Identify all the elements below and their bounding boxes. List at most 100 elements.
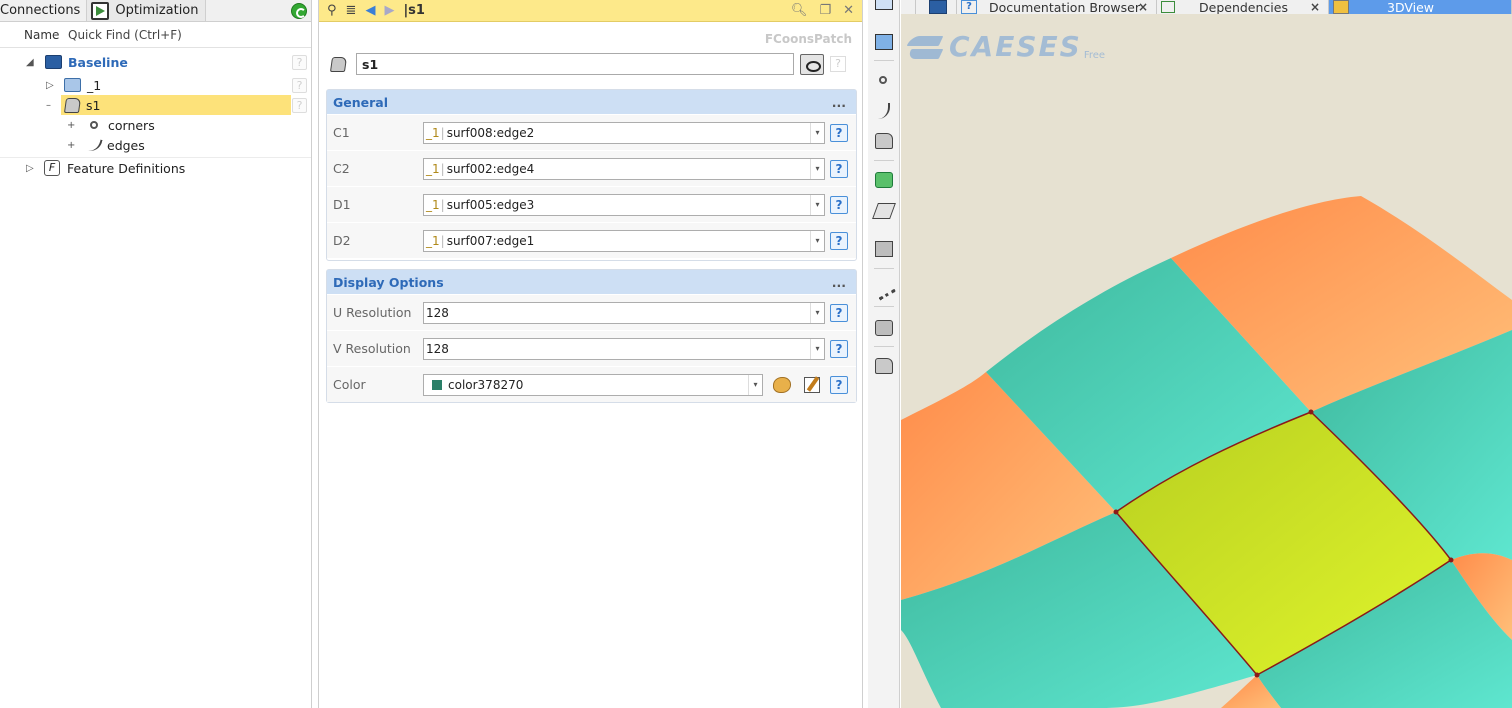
dropdown-arrow-icon[interactable]: ▾	[810, 158, 824, 179]
property-row-u-resolution: U Resolution 128 ▾ ?	[327, 294, 856, 330]
help-icon[interactable]: ?	[292, 77, 307, 93]
refresh-icon[interactable]	[291, 3, 307, 19]
property-label: C1	[333, 125, 350, 140]
expand-icon[interactable]: +	[67, 120, 75, 131]
help-icon[interactable]: ?	[830, 375, 848, 394]
view-mode-button[interactable]	[916, 0, 957, 14]
expand-icon[interactable]: +	[67, 140, 75, 151]
combo-prefix: _1	[426, 233, 440, 248]
help-icon[interactable]: ?	[830, 339, 848, 358]
3d-view[interactable]: ▼ ? Documentation Browser × Dependencies…	[901, 0, 1512, 708]
tab-connections-label: Connections	[0, 3, 81, 18]
help-icon[interactable]: ?	[830, 56, 846, 72]
properties-panel: ⚲ ≣ ◀ ▶ |s1 🔍︎ ❐ ✕ FCoonsPatch s1 ? Gene…	[318, 0, 863, 708]
tab-3dview[interactable]: 3DView	[1329, 0, 1512, 14]
tab-dependencies[interactable]: Dependencies ×	[1157, 0, 1329, 14]
close-tab-icon[interactable]: ×	[1310, 0, 1320, 14]
u-resolution-combo[interactable]: 128 ▾	[423, 301, 825, 324]
help-icon[interactable]: ?	[830, 159, 848, 178]
edge-combo-c2[interactable]: _1 | surf002:edge4 ▾	[423, 157, 825, 180]
curve-tool-icon[interactable]	[878, 103, 890, 119]
close-tab-icon[interactable]: ×	[1138, 0, 1148, 14]
palette-icon[interactable]	[773, 376, 791, 393]
collapse-icon[interactable]: –	[46, 100, 51, 111]
expand-icon[interactable]: ▷	[26, 163, 34, 174]
3d-scene[interactable]	[901, 0, 1512, 708]
forward-arrow-icon[interactable]: ▶	[384, 3, 394, 18]
back-arrow-icon[interactable]: ◀	[365, 3, 375, 18]
layout-menu[interactable]: ▼	[901, 0, 916, 14]
property-row-d2: D2 _1 | surf007:edge1 ▾ ?	[327, 222, 856, 258]
help-icon[interactable]: ?	[292, 97, 307, 113]
creation-toolbar	[868, 0, 900, 708]
tree-item-s1[interactable]: – s1 ?	[0, 95, 311, 115]
view-mode-icon	[929, 0, 947, 14]
close-icon[interactable]: ✕	[843, 3, 854, 18]
object-type-label: FCoonsPatch	[764, 32, 852, 46]
edge-combo-d2[interactable]: _1 | surf007:edge1 ▾	[423, 229, 825, 252]
corner-point[interactable]	[1308, 409, 1314, 415]
help-icon[interactable]: ?	[292, 54, 307, 70]
property-row-c2: C2 _1 | surf002:edge4 ▾ ?	[327, 150, 856, 186]
tree-item-baseline[interactable]: ◢ Baseline ?	[0, 52, 311, 72]
dropdown-arrow-icon[interactable]: ▾	[810, 302, 824, 323]
tree-item-label: corners	[108, 117, 155, 133]
group-more-button[interactable]: ...	[832, 95, 856, 110]
edge-combo-d1[interactable]: _1 | surf005:edge3 ▾	[423, 193, 825, 216]
3dview-icon	[1333, 0, 1349, 14]
tree-item-corners[interactable]: + corners	[0, 115, 311, 135]
color-combo[interactable]: color378270 ▾	[423, 373, 763, 396]
search-icon[interactable]: 🔍︎	[791, 3, 808, 18]
v-resolution-combo[interactable]: 128 ▾	[423, 337, 825, 360]
tab-documentation-browser[interactable]: ? Documentation Browser ×	[957, 0, 1157, 14]
dropdown-arrow-icon[interactable]: ▾	[810, 122, 824, 143]
dropdown-arrow-icon[interactable]: ▾	[748, 374, 762, 395]
collapse-icon[interactable]: ◢	[26, 57, 34, 68]
edit-color-icon[interactable]	[804, 376, 820, 393]
corner-point[interactable]	[1448, 557, 1454, 563]
edge-combo-c1[interactable]: _1 | surf008:edge2 ▾	[423, 121, 825, 144]
visibility-toggle-button[interactable]	[800, 53, 824, 75]
tab-label: Dependencies	[1199, 0, 1288, 14]
corner-point[interactable]	[1254, 672, 1260, 678]
object-name-input[interactable]: s1	[356, 53, 794, 75]
transform-tool-icon[interactable]	[875, 241, 893, 257]
corner-point[interactable]	[1113, 509, 1119, 515]
tab-optimization[interactable]: Optimization	[87, 0, 206, 21]
logo-edition: Free	[1083, 50, 1106, 61]
help-icon[interactable]: ?	[830, 303, 848, 322]
feature-tool-icon[interactable]	[875, 172, 893, 188]
tab-connections[interactable]: Connections	[0, 0, 88, 21]
help-icon: ?	[961, 0, 977, 14]
patch-tool-icon[interactable]	[875, 358, 893, 374]
measure-tool-icon[interactable]	[875, 320, 893, 336]
tree-item-feature-definitions[interactable]: ▷ F Feature Definitions	[0, 158, 311, 178]
dropdown-arrow-icon[interactable]: ▾	[810, 338, 824, 359]
combo-value: 128	[426, 341, 449, 356]
help-icon[interactable]: ?	[830, 231, 848, 250]
combo-value: surf007:edge1	[446, 233, 535, 248]
logo-text: CAESES	[949, 30, 1082, 63]
points-set-icon[interactable]	[872, 277, 896, 301]
display-options-header[interactable]: Display Options...	[327, 270, 856, 294]
list-icon[interactable]: ≣	[346, 3, 357, 18]
help-icon[interactable]: ?	[830, 195, 848, 214]
general-group-header[interactable]: General...	[327, 90, 856, 114]
pin-icon[interactable]: ⚲	[327, 3, 337, 18]
view-tab-bar: ▼ ? Documentation Browser × Dependencies…	[901, 0, 1512, 14]
window-icon[interactable]	[875, 0, 893, 10]
copy-icon[interactable]: ❐	[819, 3, 831, 18]
select-icon[interactable]	[875, 34, 893, 50]
point-tool-icon[interactable]	[879, 76, 887, 84]
tree-item-1[interactable]: ▷ _1 ?	[0, 75, 311, 95]
tree-item-edges[interactable]: + edges	[0, 135, 311, 155]
solid-tool-icon[interactable]	[872, 203, 896, 219]
quick-find-input[interactable]: Quick Find (Ctrl+F)	[68, 28, 182, 42]
dropdown-arrow-icon[interactable]: ▾	[810, 230, 824, 251]
tree-item-label: s1	[86, 97, 101, 113]
group-more-button[interactable]: ...	[832, 275, 856, 290]
expand-icon[interactable]: ▷	[46, 80, 54, 91]
surface-tool-icon[interactable]	[875, 133, 893, 149]
dropdown-arrow-icon[interactable]: ▾	[810, 194, 824, 215]
help-icon[interactable]: ?	[830, 123, 848, 142]
